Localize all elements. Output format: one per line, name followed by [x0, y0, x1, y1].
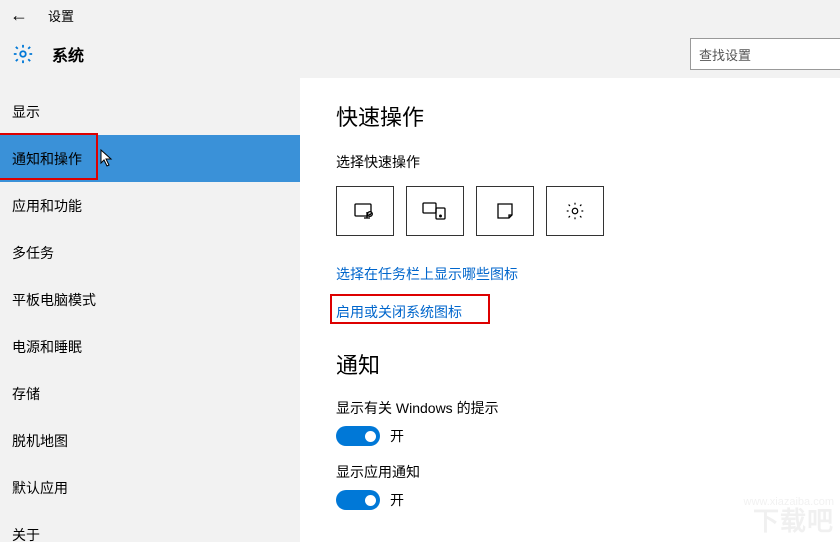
header-title: 设置 — [48, 6, 74, 25]
toggle-label: 显示应用通知 — [336, 462, 840, 482]
toggle-switch-windows-tips[interactable] — [336, 426, 380, 446]
toggle-row-app-notifications: 显示应用通知 开 — [336, 462, 840, 510]
cursor-icon — [100, 149, 114, 167]
sidebar-item-notifications[interactable]: 通知和操作 — [0, 135, 300, 182]
toggle-control: 开 — [336, 490, 840, 510]
notifications-heading: 通知 — [336, 348, 840, 380]
sidebar-item-multitask[interactable]: 多任务 — [0, 229, 300, 276]
toggle-knob — [365, 495, 376, 506]
toggle-state: 开 — [390, 426, 404, 446]
subheader-left: 系统 — [12, 42, 84, 66]
section-title: 系统 — [52, 42, 84, 66]
sidebar-item-display[interactable]: 显示 — [0, 88, 300, 135]
quick-tiles-row — [336, 186, 840, 236]
toggle-knob — [365, 431, 376, 442]
sidebar-item-storage[interactable]: 存储 — [0, 370, 300, 417]
sidebar-item-label: 存储 — [12, 384, 40, 404]
quick-actions-heading: 快速操作 — [336, 100, 840, 132]
sidebar-item-label: 应用和功能 — [12, 196, 82, 216]
sidebar-item-label: 默认应用 — [12, 478, 68, 498]
toggle-state: 开 — [390, 490, 404, 510]
search-placeholder: 查找设置 — [699, 45, 751, 64]
sidebar-item-about[interactable]: 关于 — [0, 511, 300, 558]
tile-tablet-mode[interactable] — [336, 186, 394, 236]
sidebar-item-label: 平板电脑模式 — [12, 290, 96, 310]
sidebar-item-label: 电源和睡眠 — [12, 337, 82, 357]
sidebar-item-power[interactable]: 电源和睡眠 — [0, 323, 300, 370]
search-input[interactable]: 查找设置 — [690, 38, 840, 70]
content-panel: 快速操作 选择快速操作 — [300, 78, 840, 542]
body: 显示 通知和操作 应用和功能 多任务 平板电脑模式 电源和睡眠 存储 脱机地图 … — [0, 78, 840, 542]
sidebar-item-label: 通知和操作 — [12, 149, 82, 169]
toggle-control: 开 — [336, 426, 840, 446]
sidebar-item-label: 脱机地图 — [12, 431, 68, 451]
link-system-icons-wrap: 启用或关闭系统图标 — [336, 302, 462, 322]
sidebar-item-apps[interactable]: 应用和功能 — [0, 182, 300, 229]
toggle-row-windows-tips: 显示有关 Windows 的提示 开 — [336, 398, 840, 446]
sidebar-item-maps[interactable]: 脱机地图 — [0, 417, 300, 464]
subheader: 系统 查找设置 — [0, 30, 840, 78]
sidebar-item-default-apps[interactable]: 默认应用 — [0, 464, 300, 511]
sidebar-item-tablet[interactable]: 平板电脑模式 — [0, 276, 300, 323]
tile-connect[interactable] — [406, 186, 464, 236]
toggle-switch-app-notifications[interactable] — [336, 490, 380, 510]
link-taskbar-icons[interactable]: 选择在任务栏上显示哪些图标 — [336, 264, 840, 284]
back-button[interactable]: ← — [10, 5, 28, 26]
tile-note[interactable] — [476, 186, 534, 236]
sidebar: 显示 通知和操作 应用和功能 多任务 平板电脑模式 电源和睡眠 存储 脱机地图 … — [0, 78, 300, 542]
tile-settings[interactable] — [546, 186, 604, 236]
sidebar-item-label: 显示 — [12, 102, 40, 122]
sidebar-item-label: 多任务 — [12, 243, 54, 263]
quick-actions-sub: 选择快速操作 — [336, 152, 840, 172]
gear-icon — [12, 43, 34, 65]
window-header: ← 设置 — [0, 0, 840, 30]
link-system-icons[interactable]: 启用或关闭系统图标 — [336, 302, 462, 322]
toggle-label: 显示有关 Windows 的提示 — [336, 398, 840, 418]
